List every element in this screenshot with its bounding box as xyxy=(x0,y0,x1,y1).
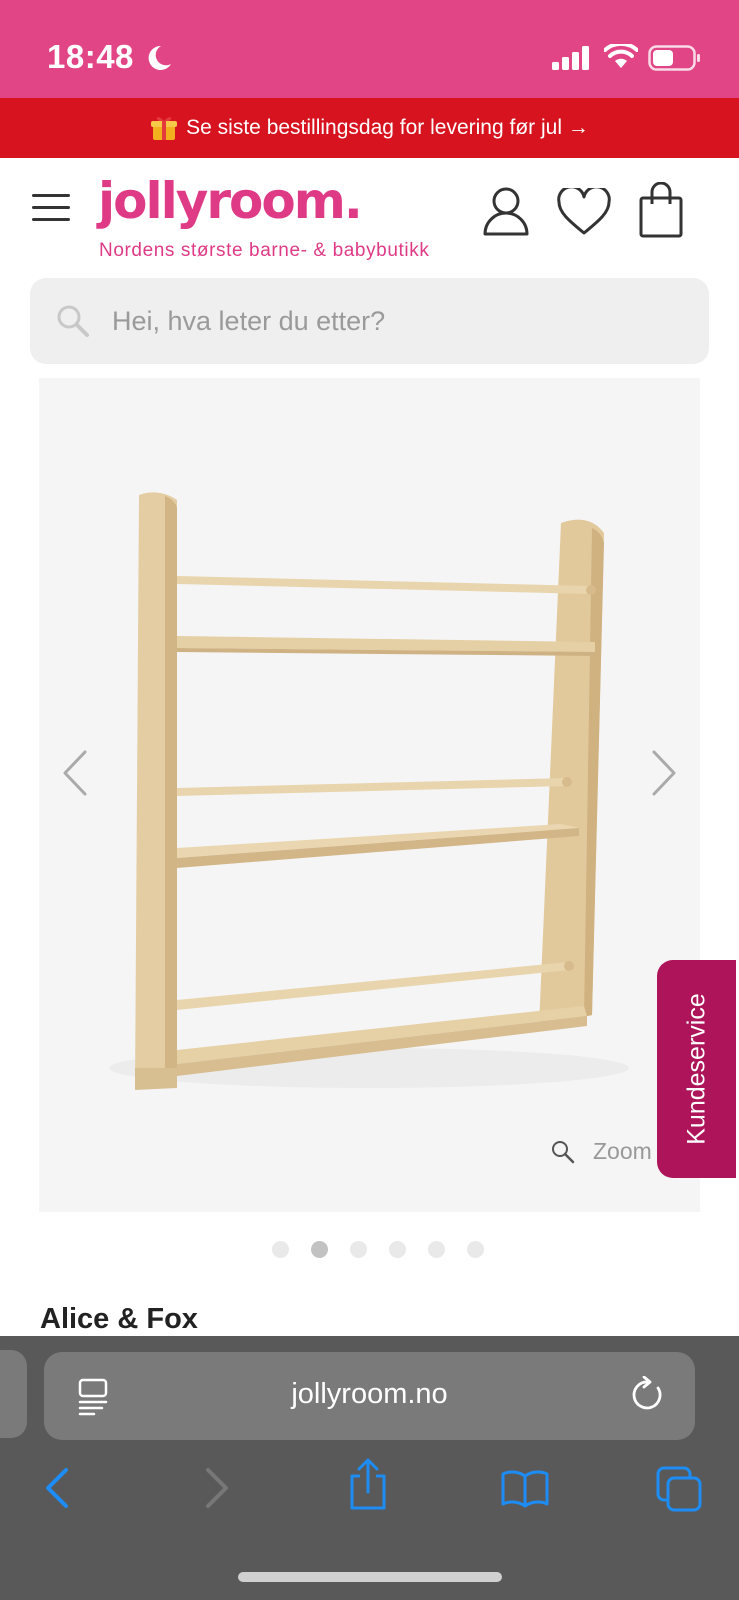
search-bar[interactable] xyxy=(30,278,709,364)
search-input[interactable] xyxy=(112,305,652,337)
previous-image-arrow-icon[interactable] xyxy=(59,748,89,798)
home-indicator[interactable] xyxy=(238,1572,502,1582)
gift-icon xyxy=(151,117,178,140)
bookmarks-icon[interactable] xyxy=(500,1468,550,1508)
promo-text[interactable]: Se siste bestillingsdag for levering før… xyxy=(186,116,589,140)
product-gallery[interactable]: Zoom xyxy=(39,378,700,1212)
forward-icon xyxy=(206,1468,228,1508)
search-icon xyxy=(57,305,89,337)
gallery-dot[interactable] xyxy=(272,1241,289,1258)
gallery-dot[interactable] xyxy=(467,1241,484,1258)
wifi-icon xyxy=(604,44,638,68)
browser-bottom-bar: jollyroom.no xyxy=(0,1336,739,1600)
address-bar[interactable]: jollyroom.no xyxy=(44,1352,695,1440)
menu-icon[interactable] xyxy=(32,194,70,222)
signal-icon xyxy=(552,46,589,70)
back-icon[interactable] xyxy=(44,1466,70,1510)
site-logo[interactable]: jollyroom. xyxy=(98,172,363,230)
zoom-button[interactable]: Zoom xyxy=(551,1138,652,1165)
site-header: jollyroom. Nordens største barne- & baby… xyxy=(0,158,739,278)
account-icon[interactable] xyxy=(482,186,530,236)
zoom-label: Zoom xyxy=(593,1138,652,1164)
previous-tab-preview[interactable] xyxy=(0,1350,27,1438)
moon-icon xyxy=(148,45,171,70)
gallery-dot[interactable] xyxy=(350,1241,367,1258)
status-time: 18:48 xyxy=(47,38,134,75)
customer-service-tab[interactable]: Kundeservice xyxy=(657,960,736,1178)
product-brand[interactable]: Alice & Fox xyxy=(40,1303,198,1336)
product-image xyxy=(109,492,629,1090)
heart-icon[interactable] xyxy=(556,188,612,236)
site-tagline: Nordens største barne- & babybutikk xyxy=(99,240,430,261)
promo-banner[interactable]: Se siste bestillingsdag for levering før… xyxy=(0,98,739,158)
gallery-dot-active[interactable] xyxy=(311,1241,328,1258)
reload-icon[interactable] xyxy=(630,1376,666,1414)
gallery-dot[interactable] xyxy=(428,1241,445,1258)
customer-service-label: Kundeservice xyxy=(682,993,710,1145)
zoom-icon xyxy=(552,1140,575,1163)
cart-icon[interactable] xyxy=(638,182,684,238)
next-image-arrow-icon[interactable] xyxy=(650,748,680,798)
share-icon[interactable] xyxy=(348,1458,388,1510)
gallery-dot[interactable] xyxy=(389,1241,406,1258)
tabs-icon[interactable] xyxy=(656,1466,704,1512)
status-bar: 18:48 xyxy=(0,0,739,98)
battery-icon xyxy=(648,45,700,71)
url-text: jollyroom.no xyxy=(291,1378,448,1410)
gallery-pagination xyxy=(272,1241,506,1258)
